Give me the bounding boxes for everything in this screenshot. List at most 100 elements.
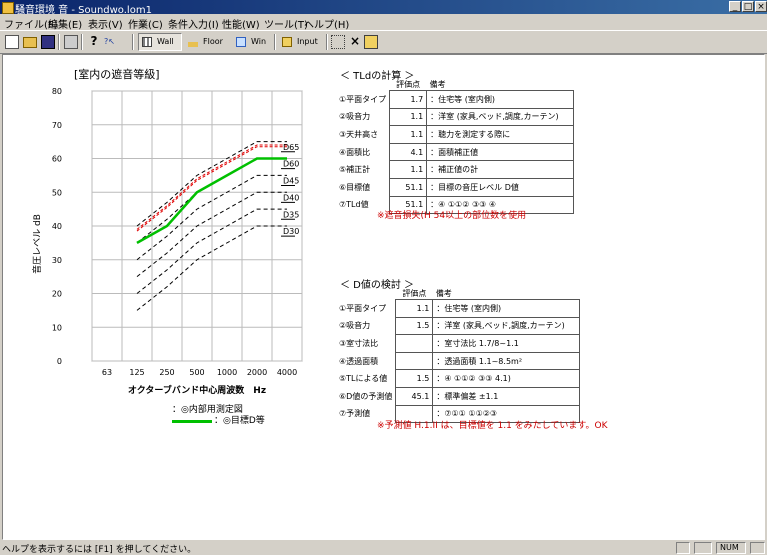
y-tick-label: 40 <box>52 222 62 231</box>
toolbar-separator <box>58 34 60 50</box>
input-label: Input <box>297 37 318 46</box>
d-header-value: 評価点 <box>402 288 427 298</box>
tld-note: ※遮音損失(H 54以上の部位数を使用 <box>377 211 527 221</box>
d-value-row: ⑥D値の予測値 45.1 ：標準偏差 ±1.1 <box>336 386 581 406</box>
minimize-button[interactable]: _ <box>729 1 741 12</box>
y-tick-label: 20 <box>52 290 62 299</box>
menu-performance[interactable]: 性能(W) <box>222 16 260 31</box>
status-panel-1 <box>676 542 690 554</box>
x-tick-label: 1000 <box>217 368 237 377</box>
d-value-label: ⑥D値の予測値 <box>339 391 393 401</box>
properties-icon[interactable] <box>364 35 378 49</box>
d-value-value: 1.1 <box>395 299 434 318</box>
tld-value: 1.7 <box>389 90 428 109</box>
x-tick-label: 2000 <box>247 368 267 377</box>
window-icon <box>236 37 246 47</box>
title-bar: 騒音環境 音 - Soundwo.lom1 _ □ × <box>0 0 767 16</box>
status-panel-2 <box>694 542 712 554</box>
input-folder-icon <box>282 37 292 47</box>
d-value-table: 評価点 備考 ①平面タイプ 1.1 ：住宅等 (室内側) ②吸音力 1.5 ：洋室 (家具… <box>336 287 581 424</box>
tld-header-label <box>336 78 390 91</box>
tld-value: 51.1 <box>389 177 428 197</box>
line-label: D40 <box>283 193 299 202</box>
tld-value: 1.1 <box>389 160 428 179</box>
line-label: D65 <box>283 143 299 152</box>
line-label: D45 <box>283 177 299 186</box>
x-tick-label: 500 <box>189 368 204 377</box>
d-value-value: 1.5 <box>395 369 434 388</box>
x-tick-label: 250 <box>159 368 174 377</box>
context-help-icon[interactable]: ?↖ <box>104 35 118 49</box>
tld-remark: ：面積補正値 <box>426 142 575 162</box>
tld-remark: ：目標の音圧レベル D値 <box>426 177 575 197</box>
menu-edit[interactable]: 編集(E) <box>48 16 82 31</box>
floor-button[interactable]: Floor <box>184 33 230 51</box>
tld-remark: ：聴力を測定する際に <box>426 125 575 144</box>
close-button[interactable]: × <box>755 1 767 12</box>
tld-remark: ：住宅等 (室内側) <box>426 90 575 109</box>
win-button[interactable]: Win <box>232 33 272 51</box>
save-icon[interactable] <box>41 35 55 49</box>
line-label: D35 <box>283 210 299 219</box>
menu-work[interactable]: 作業(C) <box>128 16 163 31</box>
new-file-icon[interactable] <box>5 35 19 49</box>
wall-label: Wall <box>157 37 174 46</box>
tld-row: ⑤補正計 1.1 ：補正値の計 <box>336 160 575 179</box>
tld-label: ③天井高さ <box>339 129 379 139</box>
select-icon[interactable] <box>331 35 345 49</box>
d-value-row: ④透過面積 ：透過面積 1.1~8.5m² <box>336 351 581 371</box>
tld-value: 1.1 <box>389 125 428 144</box>
menu-condition[interactable]: 条件入力(I) <box>168 16 219 31</box>
d-value-label: ③室寸法比 <box>339 338 379 348</box>
tld-row: ④面積比 4.1 ：面積補正値 <box>336 142 575 162</box>
toolbar-separator <box>81 34 83 50</box>
status-panel-4 <box>750 542 765 554</box>
toolbar-separator <box>326 34 328 50</box>
y-tick-label: 80 <box>52 87 62 96</box>
status-num: NUM <box>716 542 746 554</box>
d-note: ※予測値 H.1.II は、目標値を 1.1 をみたしています。OK <box>377 421 608 431</box>
menu-help[interactable]: ヘルプ(H) <box>304 16 349 31</box>
maximize-button[interactable]: □ <box>742 1 754 12</box>
y-tick-label: 60 <box>52 155 62 164</box>
legend-target-label: ：◎目標D等 <box>214 416 265 426</box>
d-header-remark: 備考 <box>435 288 452 298</box>
toolbar-separator <box>274 34 276 50</box>
tld-table: 評価点 備考 ①平面タイプ 1.7 ：住宅等 (室内側) ②吸音力 1.1 ：洋室 (家具… <box>336 78 575 215</box>
d-value-value <box>395 351 434 371</box>
legend-target-swatch <box>172 420 212 423</box>
d-value-remark: ：洋室 (家具,ベッド,調度,カーテン) <box>432 316 581 336</box>
wall-icon <box>142 37 152 47</box>
tld-label: ④面積比 <box>339 147 371 157</box>
status-text: ヘルプを表示するには [F1] を押してください。 <box>2 545 197 555</box>
x-tick-label: 4000 <box>277 368 297 377</box>
y-tick-label: 70 <box>52 121 62 130</box>
toolbar-separator <box>132 34 134 50</box>
menu-view[interactable]: 表示(V) <box>88 16 123 31</box>
open-folder-icon[interactable] <box>23 37 37 48</box>
d-value-remark: ：住宅等 (室内側) <box>432 299 581 318</box>
app-icon <box>2 2 14 14</box>
tld-label: ⑤補正計 <box>339 165 371 175</box>
y-tick-label: 50 <box>52 188 62 197</box>
d-value-remark: ：室寸法比 1.7/8~1.1 <box>432 334 581 353</box>
legend-target: ：◎目標D等 <box>214 413 265 426</box>
tld-label: ①平面タイプ <box>339 94 387 104</box>
d-value-label: ②吸音力 <box>339 321 371 331</box>
d-value-label: ①平面タイプ <box>339 303 387 313</box>
input-button[interactable]: Input <box>278 33 324 51</box>
delete-icon[interactable]: × <box>348 35 362 49</box>
d-header-label <box>336 287 396 300</box>
x-tick-label: 125 <box>129 368 144 377</box>
tld-row: ②吸音力 1.1 ：洋室 (家具,ベッド,調度,カーテン) <box>336 107 575 127</box>
menu-tools[interactable]: ツール(T) <box>264 16 308 31</box>
d-value-row: ②吸音力 1.5 ：洋室 (家具,ベッド,調度,カーテン) <box>336 316 581 336</box>
toolbar: ? ?↖ Wall Floor Win Input × <box>0 30 767 54</box>
wall-button[interactable]: Wall <box>138 33 182 51</box>
tld-row: ①平面タイプ 1.7 ：住宅等 (室内側) <box>336 90 575 109</box>
d-value-row: ①平面タイプ 1.1 ：住宅等 (室内側) <box>336 299 581 318</box>
help-icon[interactable]: ? <box>87 35 101 49</box>
d-value-remark: ：透過面積 1.1~8.5m² <box>432 351 581 371</box>
tld-row: ⑥目標値 51.1 ：目標の音圧レベル D値 <box>336 177 575 197</box>
print-icon[interactable] <box>64 35 78 49</box>
